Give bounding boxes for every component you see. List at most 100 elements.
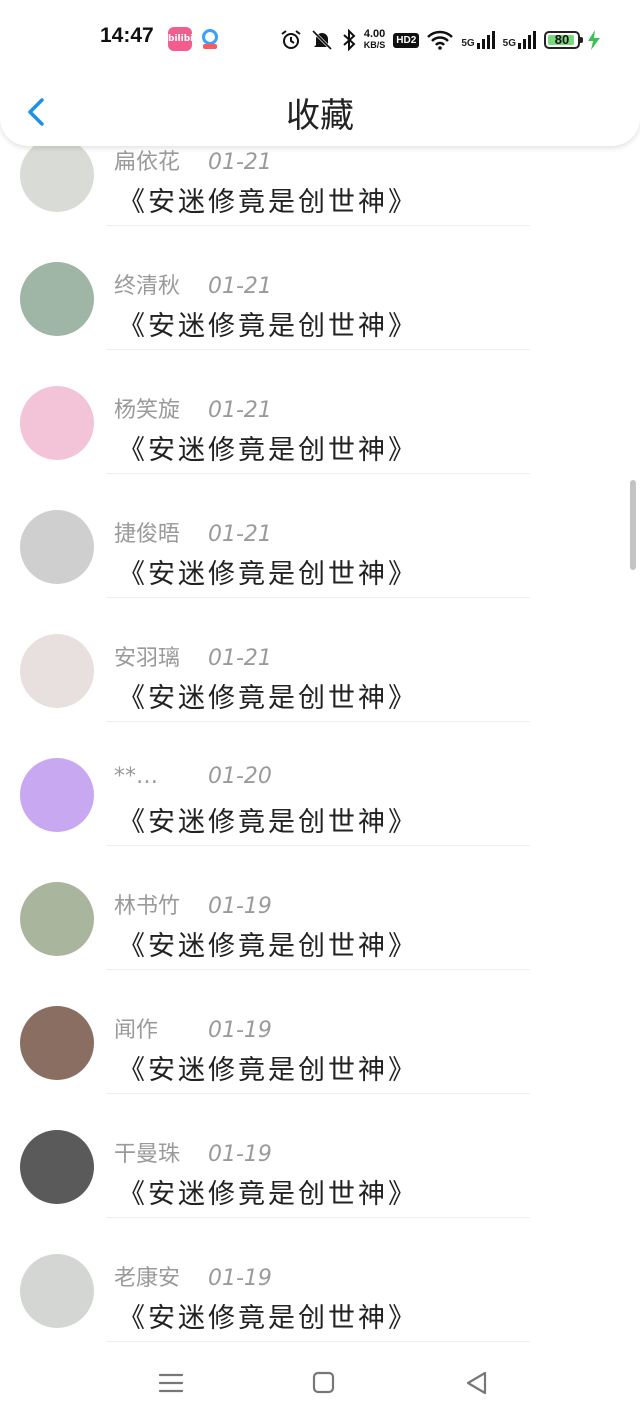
status-icons: 4.00 KB/S HD2 5G 5G 80 <box>280 26 600 54</box>
item-date: 01-21 <box>208 646 272 671</box>
scrollbar-thumb[interactable] <box>630 480 636 570</box>
author-name[interactable]: 闻作 <box>114 1012 204 1044</box>
item-date: 01-21 <box>208 150 272 175</box>
item-date: 01-21 <box>208 274 272 299</box>
signal-5g-1: 5G <box>461 31 495 49</box>
net-speed-unit: KB/S <box>363 40 386 50</box>
item-content[interactable]: 《安迷修竟是创世神》 <box>118 180 418 219</box>
item-meta: 干曼珠 01-19 <box>114 1136 272 1168</box>
system-back-button[interactable] <box>460 1366 494 1400</box>
system-nav-bar <box>0 1344 640 1422</box>
item-content[interactable]: 《安迷修竟是创世神》 <box>118 1048 418 1087</box>
bilibili-label: bilibili <box>168 34 200 44</box>
author-name[interactable]: 林书竹 <box>114 888 204 920</box>
item-content[interactable]: 《安迷修竟是创世神》 <box>118 1296 418 1335</box>
avatar[interactable] <box>20 758 94 832</box>
page-title: 收藏 <box>286 96 354 136</box>
item-divider <box>106 349 530 350</box>
item-divider <box>106 1093 530 1094</box>
author-name[interactable]: 老康安 <box>114 1260 204 1292</box>
avatar[interactable] <box>20 138 94 212</box>
avatar[interactable] <box>20 262 94 336</box>
item-date: 01-21 <box>208 398 272 423</box>
mute-bell-icon <box>311 29 332 51</box>
item-meta: 老康安 01-19 <box>114 1260 272 1292</box>
item-meta: 捷俊晤 01-21 <box>114 516 272 548</box>
author-name[interactable]: 扁依花 <box>114 144 204 176</box>
favorite-item[interactable]: 闻作 01-19 《安迷修竟是创世神》 <box>0 1006 640 1130</box>
signal-5g-2: 5G <box>503 31 536 49</box>
author-name[interactable]: **… <box>114 764 204 789</box>
author-name[interactable]: 干曼珠 <box>114 1136 204 1168</box>
battery-indicator: 80 <box>544 31 583 49</box>
item-date: 01-19 <box>208 1018 272 1043</box>
favorite-item[interactable]: 杨笑旋 01-21 《安迷修竟是创世神》 <box>0 386 640 510</box>
hd-badge: HD2 <box>393 32 420 48</box>
signal-bars-icon <box>518 31 536 49</box>
item-meta: 安羽璃 01-21 <box>114 640 272 672</box>
avatar[interactable] <box>20 1006 94 1080</box>
status-bar: 14:47 bilibili 4.00 KB/S HD2 5G 5G 80 <box>0 0 640 80</box>
avatar[interactable] <box>20 1130 94 1204</box>
avatar[interactable] <box>20 882 94 956</box>
title-bar: 收藏 <box>0 70 640 146</box>
item-content[interactable]: 《安迷修竟是创世神》 <box>118 552 418 591</box>
item-meta: 杨笑旋 01-21 <box>114 392 272 424</box>
favorite-item[interactable]: 林书竹 01-19 《安迷修竟是创世神》 <box>0 882 640 1006</box>
home-icon <box>312 1371 335 1394</box>
item-divider <box>106 969 530 970</box>
avatar[interactable] <box>20 1254 94 1328</box>
favorite-item[interactable]: 终清秋 01-21 《安迷修竟是创世神》 <box>0 262 640 386</box>
net-speed: 4.00 KB/S <box>364 29 386 51</box>
bilibili-app-icon: bilibili <box>168 27 200 51</box>
item-content[interactable]: 《安迷修竟是创世神》 <box>118 924 418 963</box>
author-name[interactable]: 杨笑旋 <box>114 392 204 424</box>
menu-icon <box>158 1373 184 1393</box>
author-name[interactable]: 终清秋 <box>114 268 204 300</box>
network-label-1: 5G <box>461 38 475 49</box>
avatar[interactable] <box>20 510 94 584</box>
item-content[interactable]: 《安迷修竟是创世神》 <box>118 1172 418 1211</box>
avatar[interactable] <box>20 386 94 460</box>
item-date: 01-19 <box>208 1142 272 1167</box>
network-label-2: 5G <box>502 38 516 49</box>
favorite-item[interactable]: **… 01-20 《安迷修竟是创世神》 <box>0 758 640 882</box>
item-meta: 林书竹 01-19 <box>114 888 272 920</box>
alarm-icon <box>281 30 301 49</box>
wifi-icon <box>427 30 454 50</box>
status-time: 14:47 <box>100 24 154 47</box>
item-divider <box>106 473 530 474</box>
assistant-app-icon <box>198 27 222 51</box>
bluetooth-icon <box>343 29 356 51</box>
item-meta: 闻作 01-19 <box>114 1012 272 1044</box>
author-name[interactable]: 捷俊晤 <box>114 516 204 548</box>
item-divider <box>106 721 530 722</box>
item-date: 01-21 <box>208 522 272 547</box>
battery-percent: 80 <box>554 32 570 47</box>
item-content[interactable]: 《安迷修竟是创世神》 <box>118 304 418 343</box>
item-date: 01-19 <box>208 894 272 919</box>
net-speed-value: 4.00 <box>363 28 386 40</box>
item-meta: 扁依花 01-21 <box>114 144 272 176</box>
item-divider <box>106 225 530 226</box>
item-divider <box>106 845 530 846</box>
author-name[interactable]: 安羽璃 <box>114 640 204 672</box>
item-content[interactable]: 《安迷修竟是创世神》 <box>118 800 418 839</box>
favorite-item[interactable]: 安羽璃 01-21 《安迷修竟是创世神》 <box>0 634 640 758</box>
item-meta: **… 01-20 <box>114 764 272 794</box>
favorite-item[interactable]: 干曼珠 01-19 《安迷修竟是创世神》 <box>0 1130 640 1254</box>
item-divider <box>106 597 530 598</box>
item-divider <box>106 1341 530 1342</box>
recent-apps-button[interactable] <box>154 1366 188 1400</box>
item-content[interactable]: 《安迷修竟是创世神》 <box>118 428 418 467</box>
favorite-item[interactable]: 扁依花 01-21 《安迷修竟是创世神》 <box>0 138 640 262</box>
avatar[interactable] <box>20 634 94 708</box>
item-meta: 终清秋 01-21 <box>114 268 272 300</box>
charging-bolt-icon <box>588 30 600 50</box>
back-triangle-icon <box>466 1371 487 1395</box>
item-date: 01-19 <box>208 1266 272 1291</box>
item-divider <box>106 1217 530 1218</box>
home-button[interactable] <box>306 1366 340 1400</box>
favorite-item[interactable]: 捷俊晤 01-21 《安迷修竟是创世神》 <box>0 510 640 634</box>
item-content[interactable]: 《安迷修竟是创世神》 <box>118 676 418 715</box>
